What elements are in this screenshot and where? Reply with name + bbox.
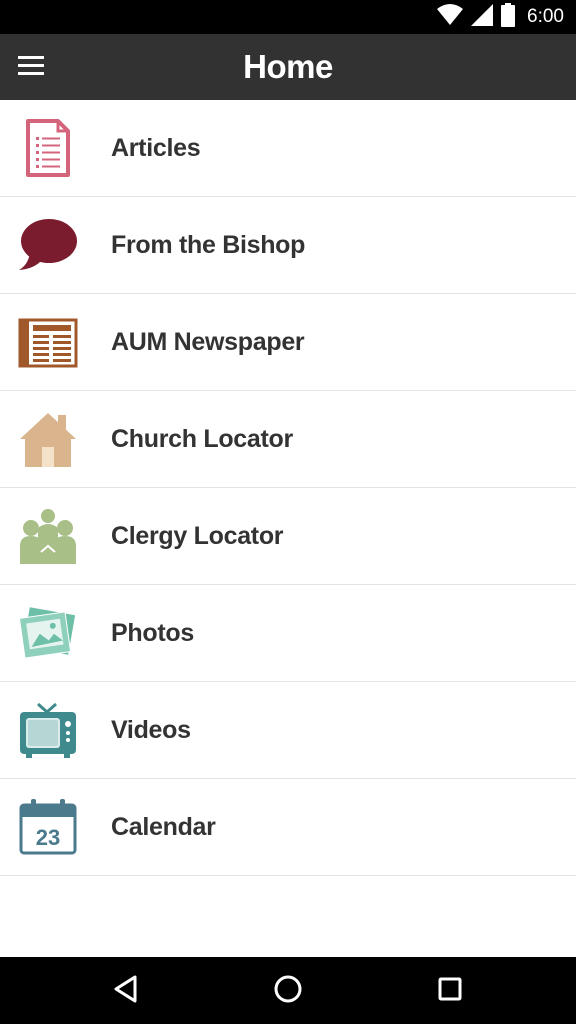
document-icon xyxy=(18,118,78,178)
menu-item-label: Clergy Locator xyxy=(111,522,284,550)
recents-button[interactable] xyxy=(433,974,467,1008)
status-bar: 6:00 xyxy=(0,0,576,34)
menu-item-photos[interactable]: Photos xyxy=(0,585,576,682)
home-button[interactable] xyxy=(271,974,305,1008)
menu-item-label: Calendar xyxy=(111,813,216,841)
app-bar: Home xyxy=(0,34,576,100)
photos-icon xyxy=(18,603,78,663)
battery-icon xyxy=(501,2,516,32)
house-icon xyxy=(18,409,78,469)
home-menu-list: Articles From the Bishop AUM Newspaper C… xyxy=(0,100,576,876)
menu-item-label: Videos xyxy=(111,716,191,744)
menu-item-label: Photos xyxy=(111,619,194,647)
menu-item-church-locator[interactable]: Church Locator xyxy=(0,391,576,488)
system-nav-bar xyxy=(0,957,576,1024)
calendar-day: 23 xyxy=(36,825,60,850)
tv-icon xyxy=(18,700,78,760)
people-icon xyxy=(18,506,78,566)
speech-bubble-icon xyxy=(18,215,78,275)
menu-item-calendar[interactable]: 23 Calendar xyxy=(0,779,576,876)
calendar-icon: 23 xyxy=(18,797,78,857)
wifi-icon xyxy=(437,3,464,31)
menu-button[interactable] xyxy=(14,51,48,83)
menu-item-articles[interactable]: Articles xyxy=(0,100,576,197)
page-title: Home xyxy=(243,48,333,85)
menu-item-label: Articles xyxy=(111,134,201,162)
back-icon xyxy=(113,975,139,1008)
recents-icon xyxy=(437,976,463,1007)
menu-item-label: Church Locator xyxy=(111,425,293,453)
menu-item-videos[interactable]: Videos xyxy=(0,682,576,779)
status-icons: 6:00 xyxy=(437,0,564,34)
hamburger-menu-icon xyxy=(18,55,44,80)
menu-item-label: AUM Newspaper xyxy=(111,328,305,356)
newspaper-icon xyxy=(18,312,78,372)
home-icon xyxy=(273,974,303,1009)
status-time: 6:00 xyxy=(527,6,564,27)
menu-item-from-the-bishop[interactable]: From the Bishop xyxy=(0,197,576,294)
menu-item-label: From the Bishop xyxy=(111,231,306,259)
back-button[interactable] xyxy=(109,974,143,1008)
signal-icon xyxy=(471,3,494,31)
menu-item-aum-newspaper[interactable]: AUM Newspaper xyxy=(0,294,576,391)
menu-item-clergy-locator[interactable]: Clergy Locator xyxy=(0,488,576,585)
